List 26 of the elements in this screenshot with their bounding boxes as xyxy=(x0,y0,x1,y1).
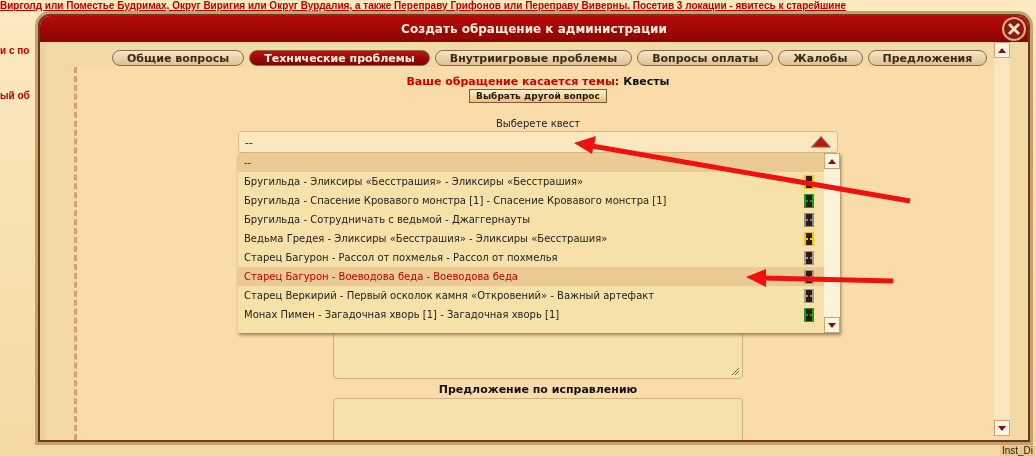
topic-value: Квесты xyxy=(623,75,670,88)
partial-text: ый об xyxy=(0,90,31,101)
field-label: Предложение по исправлению xyxy=(438,383,638,396)
quest-dropdown[interactable]: -- xyxy=(238,131,838,153)
field-label: Выберете квест xyxy=(495,118,581,129)
topic-label: Ваше обращение касается темы: xyxy=(406,75,620,88)
tab[interactable]: Вопросы оплаты xyxy=(637,50,774,66)
tab[interactable]: Общие вопросы xyxy=(112,50,245,66)
dropdown-option[interactable]: -- xyxy=(238,153,824,172)
dropdown-option[interactable]: Старец Багурон - Рассол от похмелья - Рассол от похмелья xyxy=(238,248,824,267)
change-question-button[interactable]: Выбрать другой вопрос xyxy=(469,89,607,103)
corner-label: Inst_Di xyxy=(999,445,1035,456)
dropdown-option[interactable]: Старец Багурон - Воеводова беда - Воеводова беда xyxy=(238,267,824,286)
partial-text: и с по xyxy=(0,45,31,56)
tab[interactable]: Предложения xyxy=(867,50,988,66)
dropdown-option[interactable]: Бругильда - Сотрудничать с ведьмой - Джаггернауты xyxy=(238,210,824,229)
dropdown-option[interactable]: Бругильда - Спасение Кровавого монстра [1] - Спасение Кровавого монстра [1] xyxy=(238,191,824,210)
dropdown-option[interactable]: Монах Пимен - Загадочная хворь [1] - Загадочная хворь [1] xyxy=(238,305,824,324)
quest-description-link[interactable]: Вирголд или Поместье Будримах, Округ Виригия или Округ Вурдалия, а также Переправу Грифонов или Переправу Виверны. Посетив 3 локации - явитесь к старейшине xyxy=(0,0,1036,11)
tab[interactable]: Технические проблемы xyxy=(249,50,430,66)
window-title: Создать обращение к администрации xyxy=(401,22,667,36)
dropdown-option[interactable]: Ведьма Гредея - Эликсиры «Бесстрашия» - Эликсиры «Бесстрашия» xyxy=(238,229,824,248)
tab[interactable]: Внутриигровые проблемы xyxy=(434,50,633,66)
dropdown-option[interactable]: Бругильда - Эликсиры «Бесстрашия» - Эликсиры «Бесстрашия» xyxy=(238,172,824,191)
tab[interactable]: Жалобы xyxy=(778,50,863,66)
dropdown-option[interactable]: Старец Веркирий - Первый осколок камня «Откровений» - Важный артефакт xyxy=(238,286,824,305)
